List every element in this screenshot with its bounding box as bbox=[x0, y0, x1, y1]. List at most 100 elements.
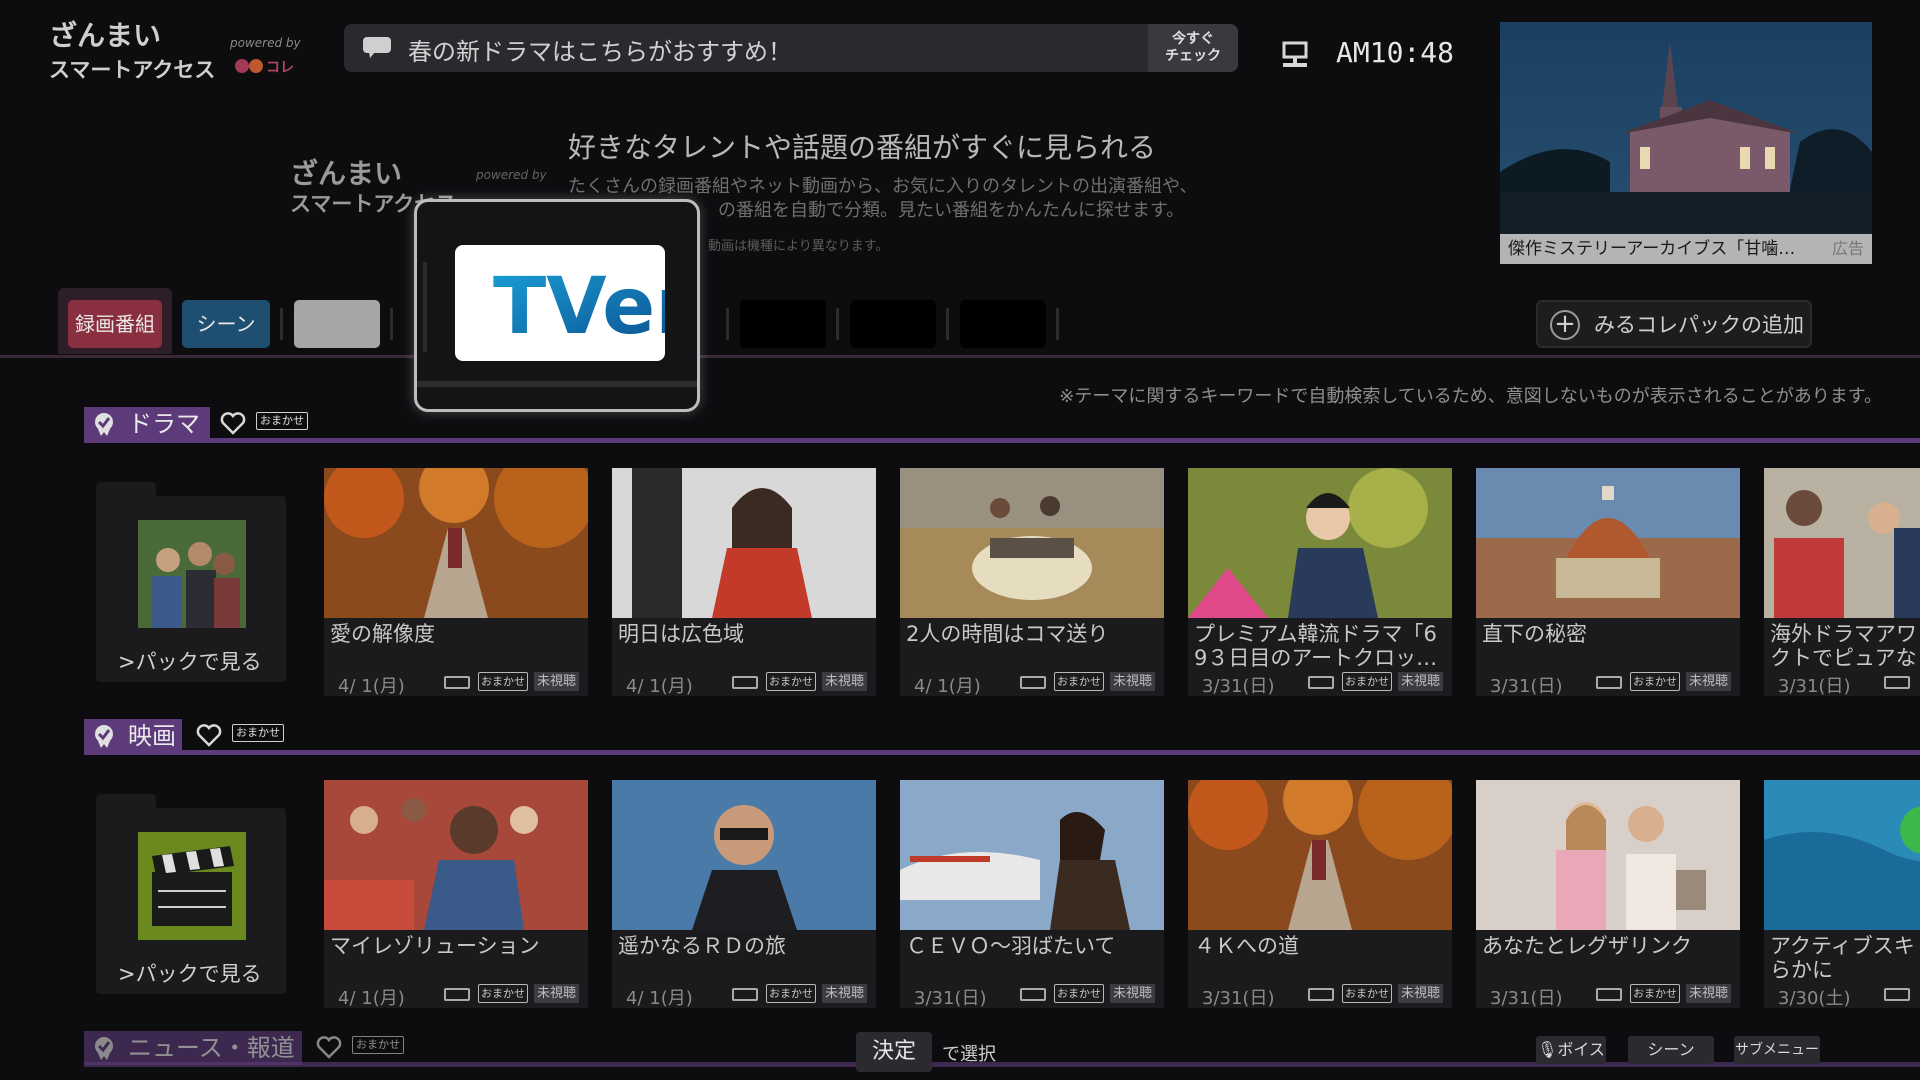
recording-icon bbox=[1308, 988, 1334, 1001]
tab-recorded-programs[interactable]: 録画番組 bbox=[68, 300, 162, 348]
program-title: あなたとレグザリンク bbox=[1482, 934, 1692, 958]
program-card[interactable]: ４Ｋへの道 3/31(日) おまかせ 未視聴 bbox=[1188, 780, 1452, 1008]
unviewed-badge: 未視聴 bbox=[534, 984, 580, 1003]
heart-icon[interactable] bbox=[316, 1035, 342, 1059]
ad-caption: 傑作ミステリーアーカイブス「甘噛… 広告 bbox=[1500, 234, 1872, 264]
tab-scene[interactable]: シーン bbox=[182, 300, 270, 348]
tver-logo-icon: TVer bbox=[493, 262, 694, 352]
woman-red-jacket-thumbnail bbox=[612, 468, 876, 618]
program-card[interactable]: あなたとレグザリンク 3/31(日) おまかせ 未視聴 bbox=[1476, 780, 1740, 1008]
section-divider bbox=[84, 750, 1920, 755]
brand-subtitle: スマートアクセス bbox=[49, 58, 216, 82]
clapperboard-icon bbox=[138, 832, 246, 940]
network-icon bbox=[1282, 41, 1308, 67]
autumn-road-thumbnail bbox=[324, 468, 588, 618]
ok-key-hint: 決定 bbox=[856, 1032, 932, 1072]
submenu-button[interactable]: サブメニュー bbox=[1734, 1036, 1820, 1064]
tab-separator bbox=[1056, 308, 1059, 340]
program-date: 3/31(日) bbox=[914, 988, 987, 1008]
check-now-line1: 今すぐ bbox=[1172, 31, 1214, 47]
program-title: 直下の秘密 bbox=[1482, 622, 1587, 646]
recording-icon bbox=[1884, 988, 1910, 1001]
program-date: 4/ 1(月) bbox=[914, 676, 981, 696]
heart-icon[interactable] bbox=[220, 411, 246, 435]
section-title: ドラマ bbox=[128, 410, 200, 438]
news-text: 春の新ドラマはこちらがおすすめ！ bbox=[408, 38, 792, 66]
program-card[interactable]: 直下の秘密 3/31(日) おまかせ 未視聴 bbox=[1476, 468, 1740, 696]
tab-separator bbox=[726, 308, 729, 340]
tver-logo-text: TVer bbox=[493, 262, 665, 352]
popup-side-bar bbox=[423, 262, 427, 352]
program-card[interactable]: マイレゾリューション 4/ 1(月) おまかせ 未視聴 bbox=[324, 780, 588, 1008]
program-card[interactable]: 海外ドラマアワ クトでピュアな 3/31(日) bbox=[1764, 468, 1920, 696]
recording-icon bbox=[1020, 988, 1046, 1001]
tab-separator bbox=[280, 308, 283, 340]
classroom-thumbnail bbox=[1764, 468, 1920, 618]
check-now-button[interactable]: 今すぐ チェック bbox=[1148, 24, 1238, 72]
brand-title: ざんまい bbox=[49, 19, 162, 52]
badge-icon bbox=[95, 1037, 113, 1060]
add-pack-button[interactable]: + みるコレパックの追加 bbox=[1536, 300, 1812, 348]
tab-service-5[interactable] bbox=[960, 300, 1046, 348]
badge-icon bbox=[95, 725, 113, 748]
tver-popup[interactable]: TVer bbox=[414, 199, 700, 412]
recording-icon bbox=[732, 676, 758, 689]
heart-icon[interactable] bbox=[196, 723, 222, 747]
tab-row-divider bbox=[0, 355, 1920, 358]
program-card[interactable]: ＣＥＶＯ～羽ばたいて 3/31(日) おまかせ 未視聴 bbox=[900, 780, 1164, 1008]
recording-icon bbox=[1308, 676, 1334, 689]
news-ticker[interactable]: 春の新ドラマはこちらがおすすめ！ 今すぐ チェック bbox=[344, 24, 1238, 72]
program-date: 4/ 1(月) bbox=[626, 676, 693, 696]
program-card[interactable]: アクティブスキ らかに 3/30(土) bbox=[1764, 780, 1920, 1008]
omakase-icon: おまかせ bbox=[232, 724, 284, 742]
omakase-badge: おまかせ bbox=[1342, 984, 1392, 1003]
check-now-line2: チェック bbox=[1165, 48, 1221, 64]
popup-progress-bar bbox=[417, 381, 697, 387]
voice-button[interactable]: 🎙ボイス bbox=[1536, 1036, 1606, 1064]
ad-banner[interactable]: 傑作ミステリーアーカイブス「甘噛… 広告 bbox=[1500, 22, 1872, 264]
swimmer-thumbnail bbox=[1764, 780, 1920, 930]
scene-button[interactable]: シーン bbox=[1628, 1036, 1714, 1064]
view-pack-link[interactable]: >パックで見る bbox=[118, 646, 262, 676]
tab-service-3[interactable] bbox=[740, 300, 826, 348]
unviewed-badge: 未視聴 bbox=[1686, 672, 1732, 691]
program-card[interactable]: 愛の解像度 4/ 1(月) おまかせ 未視聴 bbox=[324, 468, 588, 696]
pack-card-movies[interactable]: >パックで見る bbox=[96, 794, 286, 994]
omakase-badge: おまかせ bbox=[478, 672, 528, 691]
speech-bubble-icon bbox=[363, 37, 391, 58]
omakase-badge: おまかせ bbox=[766, 984, 816, 1003]
hanbok-woman-thumbnail bbox=[1188, 468, 1452, 618]
section-divider bbox=[84, 438, 1920, 443]
section-tag-drama: ドラマ bbox=[84, 407, 210, 441]
program-card[interactable]: 遥かなるＲＤの旅 4/ 1(月) おまかせ 未視聴 bbox=[612, 780, 876, 1008]
intro-description-1: たくさんの録画番組やネット動画から、お気に入りのタレントの出演番組や、 bbox=[568, 176, 1198, 197]
program-title: マイレゾリューション bbox=[330, 934, 540, 958]
intro-brand-title: ざんまい bbox=[290, 157, 403, 190]
intro-note: 動画は機種により異なります。 bbox=[708, 239, 889, 254]
section-tag-movies: 映画 bbox=[84, 719, 182, 753]
program-title: 明日は広色域 bbox=[618, 622, 744, 646]
ad-label: 広告 bbox=[1831, 239, 1864, 258]
folder-tab bbox=[96, 794, 156, 810]
tab-service-1[interactable] bbox=[294, 300, 380, 348]
auto-search-notice: ※テーマに関するキーワードで自動検索しているため、意図しないものが表示されること… bbox=[1059, 386, 1882, 407]
section-tag-news: ニュース・報道 bbox=[84, 1031, 302, 1065]
section-title: 映画 bbox=[128, 722, 176, 750]
program-card[interactable]: 2人の時間はコマ送り 4/ 1(月) おまかせ 未視聴 bbox=[900, 468, 1164, 696]
omakase-badge: おまかせ bbox=[1342, 672, 1392, 691]
sunglasses-man-thumbnail bbox=[612, 780, 876, 930]
program-card[interactable]: 明日は広色域 4/ 1(月) おまかせ 未視聴 bbox=[612, 468, 876, 696]
tab-service-4[interactable] bbox=[850, 300, 936, 348]
program-title: ４Ｋへの道 bbox=[1194, 934, 1299, 958]
view-pack-link[interactable]: >パックで見る bbox=[118, 958, 262, 988]
pack-card-drama[interactable]: >パックで見る bbox=[96, 482, 286, 682]
tver-logo[interactable]: TVer bbox=[455, 245, 694, 361]
program-card[interactable]: プレミアム韓流ドラマ「6 9３日目のアートクロッ… 3/31(日) おまかせ 未… bbox=[1188, 468, 1452, 696]
program-date: 3/30(土) bbox=[1778, 988, 1851, 1008]
voice-label: ボイス bbox=[1557, 1040, 1605, 1059]
add-pack-label: みるコレパックの追加 bbox=[1594, 313, 1804, 337]
unviewed-badge: 未視聴 bbox=[534, 672, 580, 691]
recording-icon bbox=[444, 676, 470, 689]
program-date: 3/31(日) bbox=[1202, 988, 1275, 1008]
clock: AM10:48 bbox=[1336, 36, 1455, 69]
